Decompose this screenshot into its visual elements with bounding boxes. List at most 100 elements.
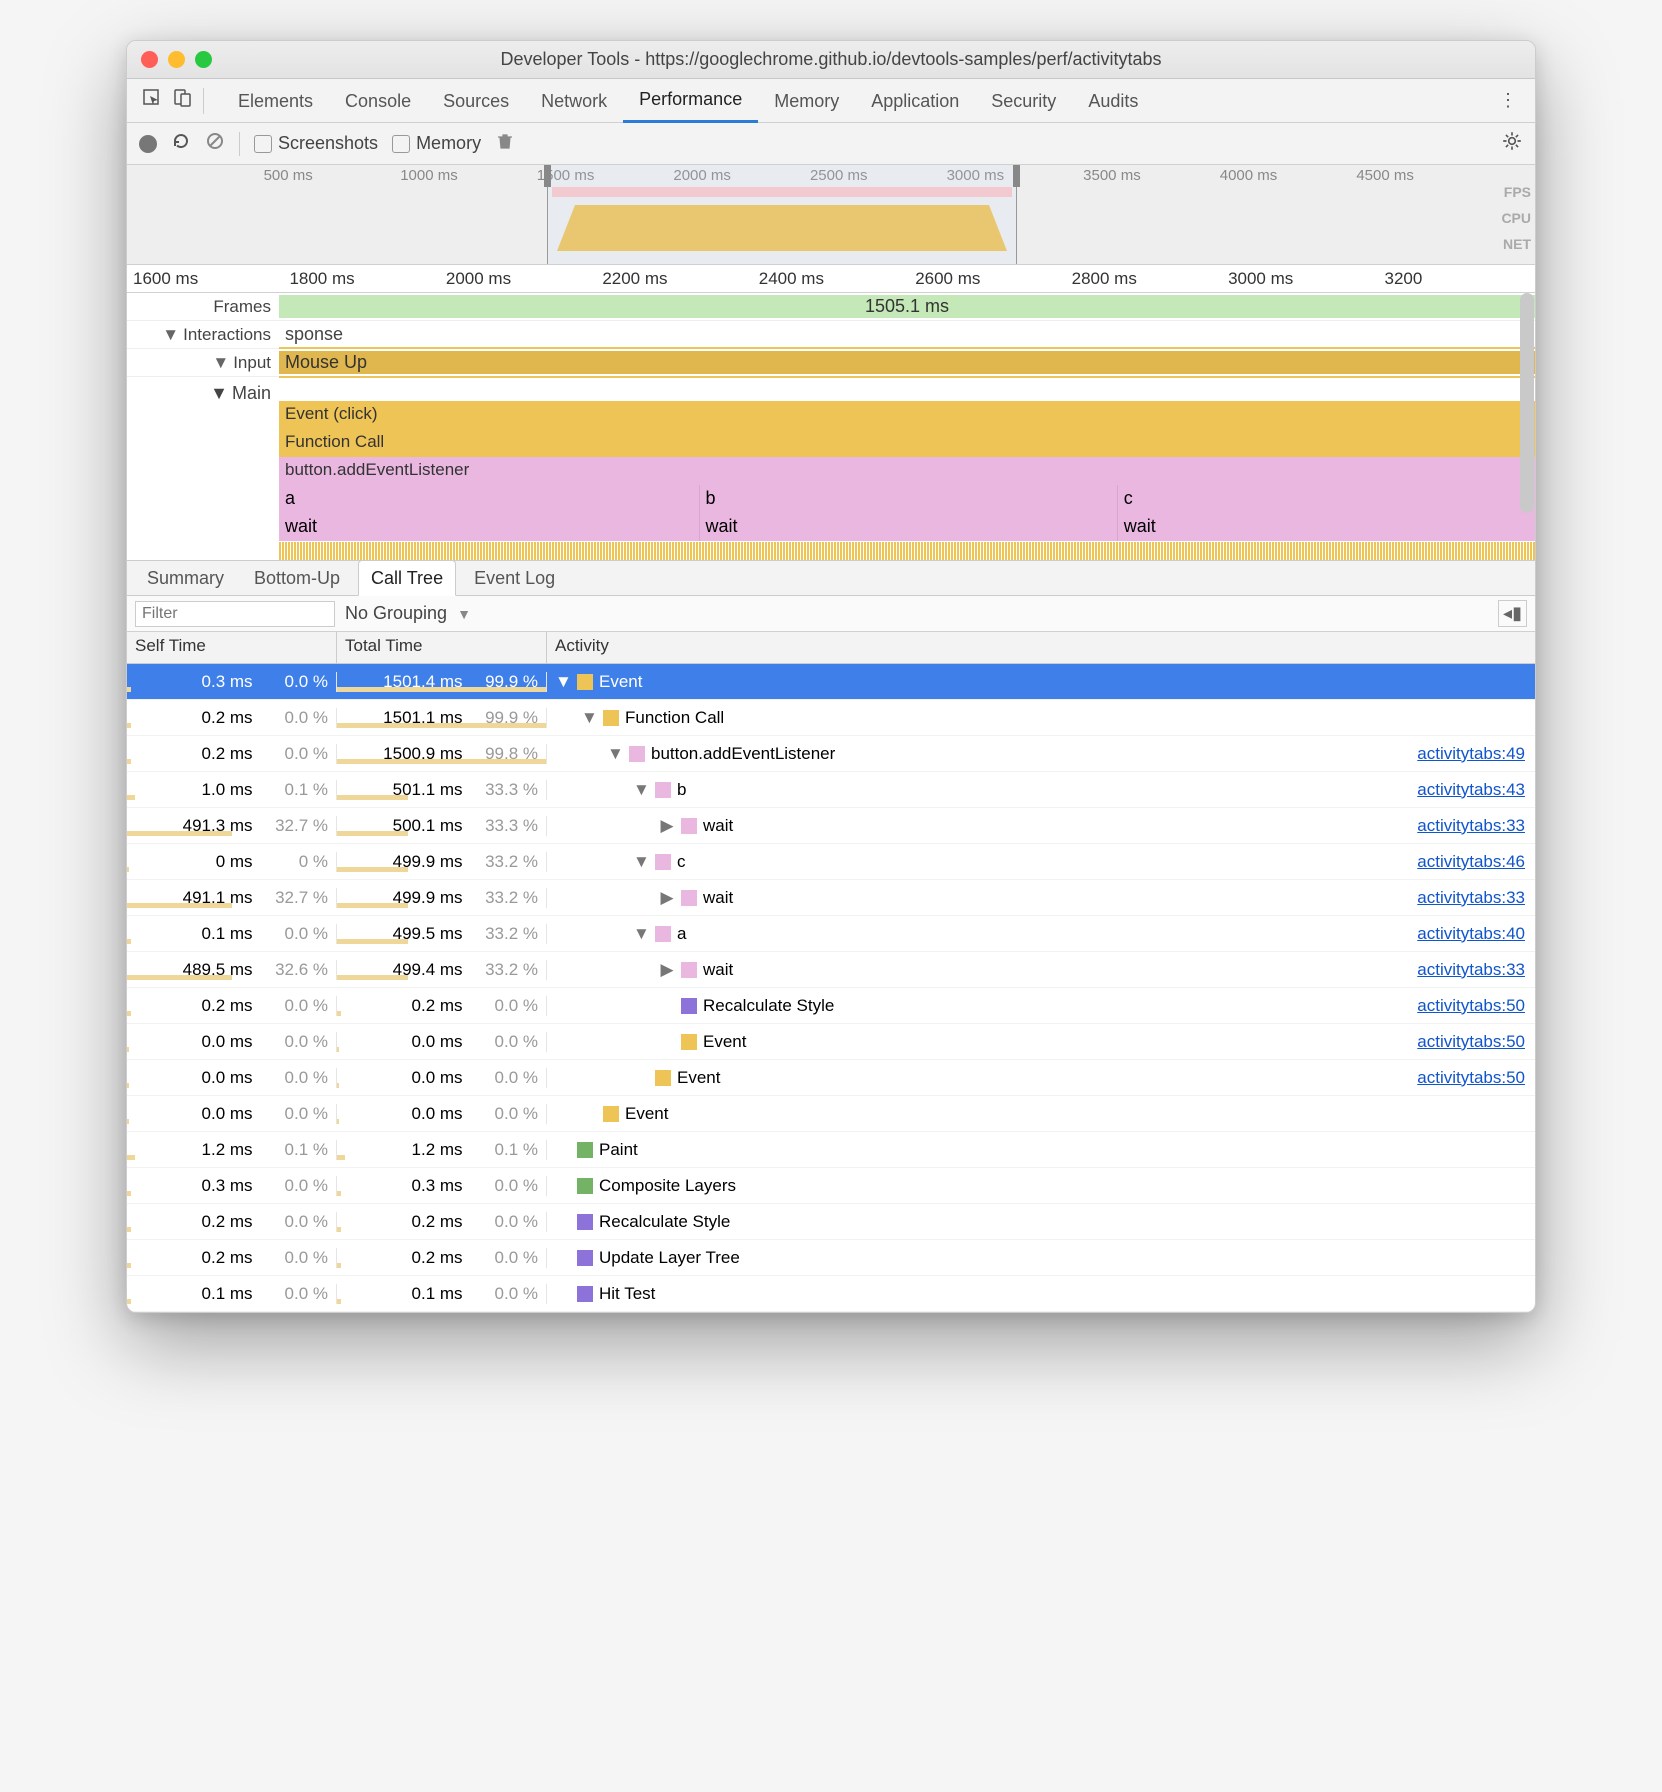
table-row[interactable]: 489.5 ms 32.6 %499.4 ms 33.2 %▶ wait act… (127, 952, 1535, 988)
chevron-down-icon[interactable]: ▼ (633, 780, 649, 800)
table-row[interactable]: 0.1 ms 0.0 %499.5 ms 33.2 %▼ a activityt… (127, 916, 1535, 952)
table-row[interactable]: 0.2 ms 0.0 %1500.9 ms 99.8 %▼ button.add… (127, 736, 1535, 772)
tab-audits[interactable]: Audits (1072, 79, 1154, 123)
table-row[interactable]: 491.1 ms 32.7 %499.9 ms 33.2 %▶ wait act… (127, 880, 1535, 916)
overview-handle-left[interactable] (544, 165, 551, 187)
chevron-down-icon[interactable]: ▼ (607, 744, 623, 764)
table-row[interactable]: 0.0 ms 0.0 %0.0 ms 0.0 % Event (127, 1096, 1535, 1132)
table-row[interactable]: 1.2 ms 0.1 %1.2 ms 0.1 % Paint (127, 1132, 1535, 1168)
chevron-down-icon[interactable]: ▼ (581, 708, 597, 728)
source-link[interactable]: activitytabs:43 (1417, 780, 1525, 800)
source-link[interactable]: activitytabs:50 (1417, 1068, 1525, 1088)
ruler-tick: 3200 (1379, 269, 1535, 289)
flame-wait-3[interactable]: wait (1117, 513, 1535, 541)
input-track[interactable]: ▼Input Mouse Up (127, 349, 1535, 377)
flame-seg-a[interactable]: a (279, 485, 699, 513)
overview-timeline[interactable]: 500 ms1000 ms1500 ms2000 ms2500 ms3000 m… (127, 165, 1535, 265)
chevron-down-icon[interactable]: ▼ (633, 852, 649, 872)
details-tab-event-log[interactable]: Event Log (462, 560, 567, 596)
overview-lane-labels: FPSCPUNET (1501, 181, 1531, 259)
source-link[interactable]: activitytabs:50 (1417, 1032, 1525, 1052)
chevron-right-icon[interactable]: ▶ (659, 960, 675, 980)
tab-application[interactable]: Application (855, 79, 975, 123)
trash-icon[interactable] (495, 131, 515, 156)
show-heaviest-stack-icon[interactable]: ◂▮ (1498, 600, 1527, 627)
flame-event-click[interactable]: Event (click) (279, 401, 1535, 429)
source-link[interactable]: activitytabs:50 (1417, 996, 1525, 1016)
table-row[interactable]: 0.0 ms 0.0 %0.0 ms 0.0 % Event activityt… (127, 1024, 1535, 1060)
flamechart-ruler[interactable]: 1600 ms1800 ms2000 ms2200 ms2400 ms2600 … (127, 265, 1535, 293)
chevron-right-icon[interactable]: ▶ (659, 888, 675, 908)
activity-color-swatch (577, 1250, 593, 1266)
table-row[interactable]: 0.3 ms 0.0 %0.3 ms 0.0 % Composite Layer… (127, 1168, 1535, 1204)
activity-name: Recalculate Style (703, 996, 834, 1016)
source-link[interactable]: activitytabs:49 (1417, 744, 1525, 764)
interactions-track[interactable]: ▼Interactions sponse (127, 321, 1535, 349)
table-row[interactable]: 0.0 ms 0.0 %0.0 ms 0.0 % Event activityt… (127, 1060, 1535, 1096)
source-link[interactable]: activitytabs:33 (1417, 816, 1525, 836)
table-row[interactable]: 0.2 ms 0.0 %0.2 ms 0.0 % Recalculate Sty… (127, 1204, 1535, 1240)
details-tab-call-tree[interactable]: Call Tree (358, 560, 456, 596)
activity-name: a (677, 924, 686, 944)
memory-checkbox[interactable]: Memory (392, 133, 481, 154)
chevron-down-icon[interactable]: ▼ (555, 672, 571, 692)
col-activity[interactable]: Activity (547, 632, 1535, 663)
flame-microtasks[interactable] (279, 542, 1535, 560)
tab-console[interactable]: Console (329, 79, 427, 123)
activity-name: Hit Test (599, 1284, 655, 1304)
clear-icon[interactable] (205, 131, 225, 156)
main-label: Main (232, 383, 271, 404)
main-track[interactable]: ▼Main Event (click) Function Call button… (127, 377, 1535, 560)
table-row[interactable]: 0.2 ms 0.0 %0.2 ms 0.0 % Recalculate Sty… (127, 988, 1535, 1024)
table-row[interactable]: 0.1 ms 0.0 %0.1 ms 0.0 % Hit Test (127, 1276, 1535, 1312)
source-link[interactable]: activitytabs:33 (1417, 888, 1525, 908)
settings-gear-icon[interactable] (1501, 130, 1523, 157)
frames-label: Frames (213, 297, 271, 317)
titlebar: Developer Tools - https://googlechrome.g… (127, 41, 1535, 79)
activity-name: Event (677, 1068, 720, 1088)
chevron-down-icon[interactable]: ▼ (633, 924, 649, 944)
tab-memory[interactable]: Memory (758, 79, 855, 123)
activity-color-swatch (681, 818, 697, 834)
record-button[interactable] (139, 135, 157, 153)
source-link[interactable]: activitytabs:33 (1417, 960, 1525, 980)
grouping-dropdown-icon[interactable]: ▼ (457, 606, 471, 622)
table-row[interactable]: 0.2 ms 0.0 %0.2 ms 0.0 % Update Layer Tr… (127, 1240, 1535, 1276)
details-tab-summary[interactable]: Summary (135, 560, 236, 596)
screenshots-checkbox[interactable]: Screenshots (254, 133, 378, 154)
filter-input[interactable] (135, 601, 335, 627)
flame-wait-2[interactable]: wait (699, 513, 1117, 541)
tab-performance[interactable]: Performance (623, 79, 758, 123)
tab-security[interactable]: Security (975, 79, 1072, 123)
tab-sources[interactable]: Sources (427, 79, 525, 123)
scrollbar-thumb[interactable] (1520, 293, 1534, 513)
flame-function-call[interactable]: Function Call (279, 429, 1535, 457)
table-row[interactable]: 0.3 ms 0.0 %1501.4 ms 99.9 %▼ Event (127, 664, 1535, 700)
flame-seg-b[interactable]: b (699, 485, 1117, 513)
table-row[interactable]: 1.0 ms 0.1 %501.1 ms 33.3 %▼ b activityt… (127, 772, 1535, 808)
device-toggle-icon[interactable] (167, 88, 197, 113)
inspect-icon[interactable] (137, 88, 167, 113)
overview-viewport[interactable] (547, 165, 1017, 264)
flame-listener[interactable]: button.addEventListener (279, 457, 1535, 485)
tab-elements[interactable]: Elements (222, 79, 329, 123)
grouping-select[interactable]: No Grouping (345, 603, 447, 624)
reload-record-icon[interactable] (171, 131, 191, 156)
table-row[interactable]: 0 ms 0 %499.9 ms 33.2 %▼ c activitytabs:… (127, 844, 1535, 880)
table-row[interactable]: 491.3 ms 32.7 %500.1 ms 33.3 %▶ wait act… (127, 808, 1535, 844)
source-link[interactable]: activitytabs:46 (1417, 852, 1525, 872)
memory-label: Memory (416, 133, 481, 154)
table-row[interactable]: 0.2 ms 0.0 %1501.1 ms 99.9 %▼ Function C… (127, 700, 1535, 736)
col-total-time[interactable]: Total Time (337, 632, 547, 663)
frames-track[interactable]: Frames 1505.1 ms (127, 293, 1535, 321)
source-link[interactable]: activitytabs:40 (1417, 924, 1525, 944)
chevron-right-icon[interactable]: ▶ (659, 816, 675, 836)
flame-wait-1[interactable]: wait (279, 513, 699, 541)
details-tab-bottom-up[interactable]: Bottom-Up (242, 560, 352, 596)
overview-handle-right[interactable] (1013, 165, 1020, 187)
flame-seg-c[interactable]: c (1117, 485, 1535, 513)
tab-network[interactable]: Network (525, 79, 623, 123)
kebab-menu-icon[interactable]: ⋮ (1491, 90, 1525, 111)
activity-name: Composite Layers (599, 1176, 736, 1196)
col-self-time[interactable]: Self Time (127, 632, 337, 663)
